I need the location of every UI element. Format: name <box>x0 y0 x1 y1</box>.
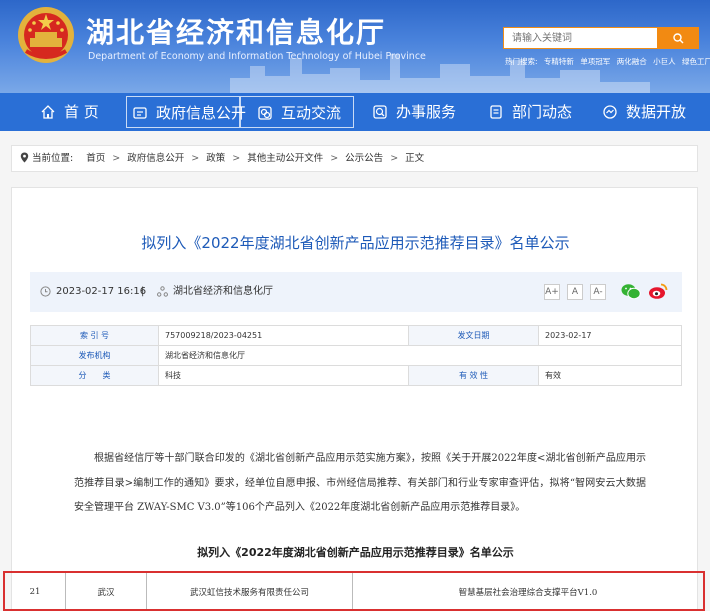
nav-interaction[interactable]: 互动交流 <box>240 96 354 128</box>
info-label: 有 效 性 <box>408 365 539 386</box>
hot-search-link[interactable]: 小巨人 <box>653 57 676 66</box>
service-icon <box>373 105 387 119</box>
info-label: 分 类 <box>30 365 159 386</box>
font-size-increase-button[interactable]: A+ <box>544 284 560 300</box>
nav-label: 首 页 <box>64 103 99 121</box>
clock-icon <box>40 286 51 297</box>
home-icon <box>41 105 55 119</box>
search-box <box>503 27 699 49</box>
row-city: 武汉 <box>65 572 147 611</box>
publish-date: 2023-02-17 16:16 <box>56 286 147 297</box>
article-paragraph: 根据省经信厅等十部门联合印发的《湖北省创新产品应用示范实施方案》，按照《关于开展… <box>74 453 646 513</box>
info-label: 发文日期 <box>408 325 539 346</box>
organization-icon <box>157 286 168 297</box>
font-size-decrease-button[interactable]: A- <box>590 284 606 300</box>
site-subtitle-english: Department of Economy and Information Te… <box>88 51 426 62</box>
breadcrumb-item[interactable]: 政策 <box>206 153 225 164</box>
info-label: 索 引 号 <box>30 325 159 346</box>
nav-label: 数据开放 <box>626 103 687 121</box>
article-title: 拟列入《2022年度湖北省创新产品应用示范推荐目录》名单公示 <box>141 234 570 252</box>
article-meta-bar: 2023-02-17 16:16 | 湖北省经济和信息化厅 A+ A A- <box>30 272 682 312</box>
nav-label: 互动交流 <box>281 104 342 122</box>
hot-search-link[interactable]: 绿色工厂 <box>682 57 710 66</box>
breadcrumb: 当前位置: 首页 > 政府信息公开 > 政策 > 其他主动公开文件 > 公示公告 > 正文 <box>11 145 698 172</box>
table-row: 21 武汉 武汉虹信技术服务有限责任公司 智慧基层社会治理综合支撑平台V1.0 <box>4 572 704 611</box>
article-source: 湖北省经济和信息化厅 <box>173 286 273 297</box>
info-value: 757009218/2023-04251 <box>158 325 409 346</box>
hot-search-link[interactable]: 专精特新 <box>544 57 574 66</box>
nav-news[interactable]: 部门动态 <box>488 96 572 128</box>
nav-label: 政府信息公开 <box>156 104 247 122</box>
breadcrumb-item[interactable]: 其他主动公开文件 <box>247 153 323 164</box>
main-nav: 首 页 政府信息公开 互动交流 办事服务 部门动态 数据开放 <box>0 93 710 131</box>
search-input[interactable] <box>504 28 660 48</box>
breadcrumb-item[interactable]: 政府信息公开 <box>127 153 184 164</box>
breadcrumb-label: 当前位置: <box>32 153 74 164</box>
wechat-icon[interactable] <box>621 283 641 300</box>
chat-icon <box>258 106 272 120</box>
breadcrumb-item[interactable]: 公示公告 <box>345 153 383 164</box>
breadcrumb-item-current: 正文 <box>405 153 425 164</box>
info-value: 有效 <box>538 365 682 386</box>
product-list-table: 21 武汉 武汉虹信技术服务有限责任公司 智慧基层社会治理综合支撑平台V1.0 <box>4 572 704 611</box>
site-header: 湖北省经济和信息化厅 Department of Economy and Inf… <box>0 0 710 93</box>
info-value: 科技 <box>158 365 409 386</box>
document-icon <box>133 107 147 119</box>
list-title: 拟列入《2022年度湖北省创新产品应用示范推荐目录》名单公示 <box>197 546 514 559</box>
search-icon <box>673 33 684 44</box>
nav-open-data[interactable]: 数据开放 <box>602 96 686 128</box>
national-emblem-icon <box>18 7 74 63</box>
nav-label: 部门动态 <box>512 103 573 121</box>
nav-services[interactable]: 办事服务 <box>372 96 456 128</box>
hot-search-label: 热门搜索: <box>505 57 538 66</box>
nav-label: 办事服务 <box>396 103 457 121</box>
news-icon <box>490 105 502 119</box>
meta-divider: | <box>141 286 145 297</box>
nav-home[interactable]: 首 页 <box>40 96 99 128</box>
row-product: 智慧基层社会治理综合支撑平台V1.0 <box>352 572 704 611</box>
data-icon <box>603 105 617 119</box>
nav-gov-info[interactable]: 政府信息公开 <box>126 96 246 128</box>
article-panel: 拟列入《2022年度湖北省创新产品应用示范推荐目录》名单公示 2023-02-1… <box>11 187 698 611</box>
breadcrumb-item[interactable]: 首页 <box>86 153 105 164</box>
hot-search-link[interactable]: 单项冠军 <box>580 57 610 66</box>
search-button[interactable] <box>657 27 699 49</box>
row-company: 武汉虹信技术服务有限责任公司 <box>146 572 353 611</box>
info-value: 2023-02-17 <box>538 325 682 346</box>
row-number: 21 <box>4 572 66 611</box>
info-label: 发布机构 <box>30 345 159 366</box>
font-size-default-button[interactable]: A <box>567 284 583 300</box>
article-body: 根据省经信厅等十部门联合印发的《湖北省创新产品应用示范实施方案》，按照《关于开展… <box>74 447 646 521</box>
location-pin-icon <box>20 152 29 163</box>
document-info-table: 索 引 号 757009218/2023-04251 发文日期 2023-02-… <box>30 325 682 386</box>
hot-search: 热门搜索: 专精特新 单项冠军 两化融合 小巨人 绿色工厂 <box>505 56 710 67</box>
hot-search-link[interactable]: 两化融合 <box>617 57 647 66</box>
info-value: 湖北省经济和信息化厅 <box>158 345 682 366</box>
site-title[interactable]: 湖北省经济和信息化厅 <box>86 11 386 51</box>
weibo-icon[interactable] <box>648 282 668 300</box>
